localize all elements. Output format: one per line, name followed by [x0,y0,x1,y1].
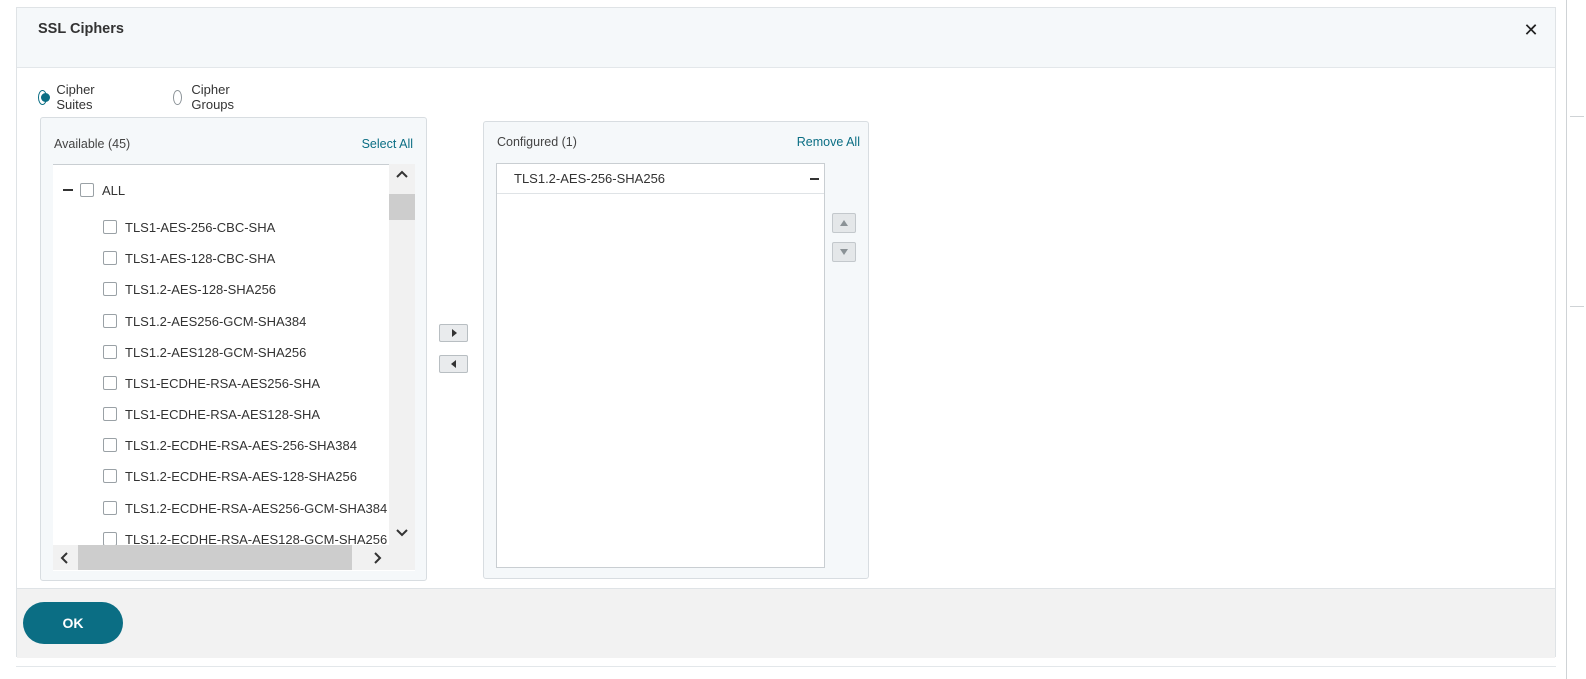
cipher-label: TLS1-ECDHE-RSA-AES128-SHA [125,406,321,422]
list-item[interactable]: TLS1.2-AES-128-SHA256 [103,280,276,298]
radio-unchecked-icon [173,89,183,105]
cipher-checkbox[interactable] [103,469,117,483]
vertical-scrollbar[interactable] [389,164,415,570]
horizontal-scrollbar[interactable] [53,545,415,570]
ssl-ciphers-dialog: SSL Ciphers ✕ Cipher Suites Cipher Group… [16,7,1556,658]
cipher-label: TLS1.2-AES-128-SHA256 [125,281,277,297]
cipher-checkbox[interactable] [103,314,117,328]
cipher-checkbox[interactable] [103,407,117,421]
list-item[interactable]: TLS1.2-ECDHE-RSA-AES256-GCM-SHA384 [103,499,387,517]
list-item[interactable]: TLS1.2-ECDHE-RSA-AES-256-SHA384 [103,436,357,454]
background-divider [1570,116,1584,117]
remove-all-link[interactable]: Remove All [797,135,860,149]
list-item[interactable]: TLS1-ECDHE-RSA-AES128-SHA [103,405,320,423]
move-down-button[interactable] [832,242,856,262]
cipher-checkbox[interactable] [103,501,117,515]
arrow-up-icon [840,220,848,226]
background-divider [1570,306,1584,307]
select-all-link[interactable]: Select All [362,137,413,151]
remove-selected-button[interactable] [439,355,468,373]
add-selected-button[interactable] [439,324,468,342]
tree-all-node: ALL [63,181,125,199]
scroll-down-icon[interactable] [395,528,409,538]
cipher-suites-label: Cipher Suites [56,82,95,112]
remove-item-icon[interactable] [810,178,819,180]
configured-panel: Configured (1) Remove All TLS1.2-AES-256… [483,121,869,579]
configured-cipher-list: TLS1.2-AES-256-SHA256 [496,163,825,568]
dialog-title: SSL Ciphers [38,21,124,37]
arrow-down-icon [840,249,848,255]
list-item[interactable]: TLS1-AES-256-CBC-SHA [103,218,275,236]
list-item[interactable]: TLS1.2-ECDHE-RSA-AES-128-SHA256 [103,467,357,485]
cipher-groups-label: Cipher Groups [191,82,235,112]
cipher-label: TLS1.2-ECDHE-RSA-AES-256-SHA384 [125,437,357,453]
list-item[interactable]: TLS1-ECDHE-RSA-AES256-SHA [103,374,320,392]
cipher-checkbox[interactable] [103,376,117,390]
move-up-button[interactable] [832,213,856,233]
scroll-right-icon[interactable] [373,551,383,565]
cipher-label: TLS1-AES-256-CBC-SHA [125,219,276,235]
collapse-icon[interactable] [63,189,73,191]
cipher-checkbox[interactable] [103,532,117,546]
background-divider [16,666,1556,667]
cipher-label: TLS1.2-AES256-GCM-SHA384 [125,313,307,329]
arrow-right-icon [452,329,457,337]
cipher-checkbox[interactable] [103,220,117,234]
scroll-left-icon[interactable] [59,551,69,565]
cipher-checkbox[interactable] [103,251,117,265]
scroll-up-icon[interactable] [395,169,409,179]
cipher-label: TLS1.2-ECDHE-RSA-AES-128-SHA256 [125,468,357,484]
available-panel: Available (45) Select All ALL TLS1-AES-2… [40,117,427,581]
scrollbar-thumb[interactable] [389,194,415,220]
configured-title: Configured (1) [497,135,577,149]
available-cipher-list: ALL TLS1-AES-256-CBC-SHA TLS1-AES-128-CB… [53,164,415,571]
all-checkbox[interactable] [80,183,94,197]
scrollbar-thumb[interactable] [78,545,352,570]
cipher-checkbox[interactable] [103,345,117,359]
list-item[interactable]: TLS1.2-AES-256-SHA256 [497,164,824,194]
configured-cipher-label: TLS1.2-AES-256-SHA256 [514,171,666,186]
cipher-label: TLS1.2-ECDHE-RSA-AES256-GCM-SHA384 [125,500,388,516]
close-icon[interactable]: ✕ [1521,20,1541,40]
cipher-suites-radio[interactable]: Cipher Suites [38,82,100,112]
cipher-checkbox[interactable] [103,282,117,296]
list-item[interactable]: TLS1.2-AES256-GCM-SHA384 [103,312,306,330]
ok-button[interactable]: OK [23,602,123,644]
dialog-footer: OK [17,588,1555,658]
available-title: Available (45) [54,137,131,151]
cipher-checkbox[interactable] [103,438,117,452]
cipher-label: TLS1.2-AES128-GCM-SHA256 [125,344,307,360]
arrow-left-icon [451,360,456,368]
all-label: ALL [102,182,126,198]
cipher-label: TLS1-ECDHE-RSA-AES256-SHA [125,375,321,391]
list-item[interactable]: TLS1.2-AES128-GCM-SHA256 [103,343,306,361]
cipher-label: TLS1-AES-128-CBC-SHA [125,250,276,266]
cipher-groups-radio[interactable]: Cipher Groups [173,82,240,112]
radio-checked-icon [38,89,51,105]
list-item[interactable]: TLS1-AES-128-CBC-SHA [103,249,275,267]
background-window-edge [1566,0,1567,679]
dialog-header: SSL Ciphers ✕ [17,8,1555,68]
